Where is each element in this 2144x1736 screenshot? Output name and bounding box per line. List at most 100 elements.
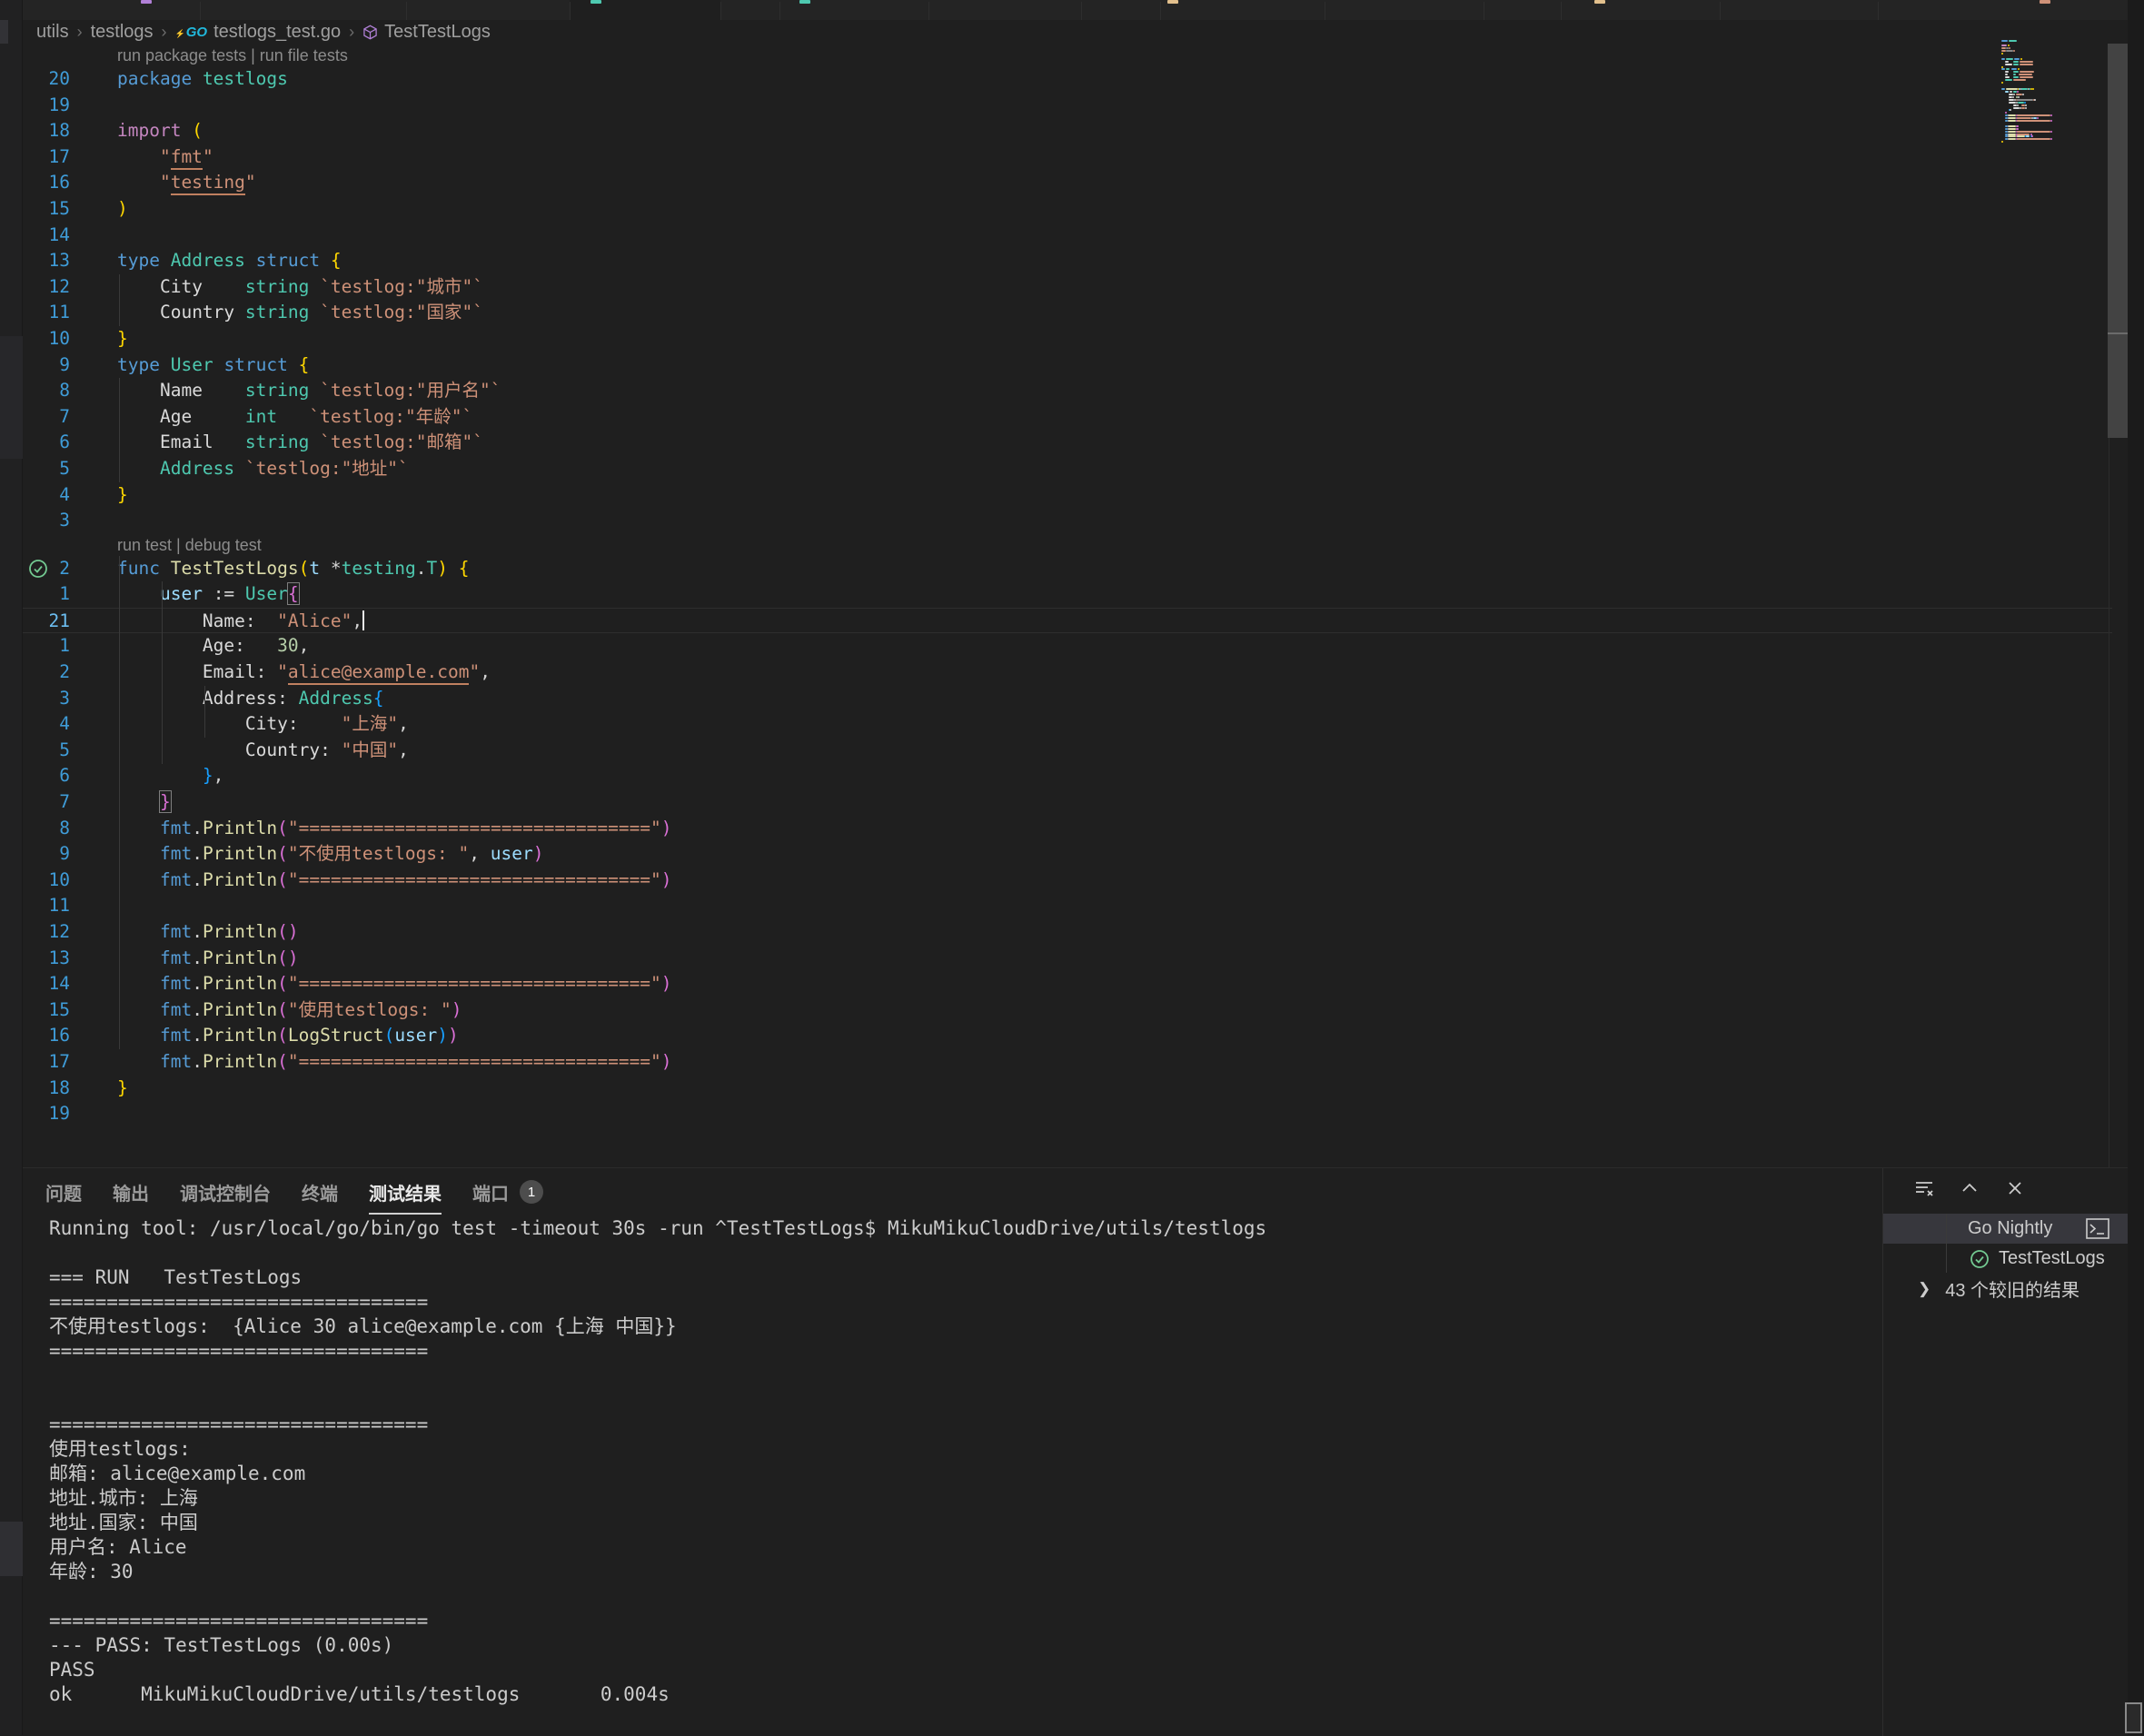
code-line[interactable]: 13 fmt.Println() — [23, 946, 2112, 972]
breadcrumb[interactable]: utils›testlogs›GOtestlogs_test.go›TestTe… — [36, 20, 491, 45]
code-line[interactable]: 21 Name: "Alice", — [23, 608, 2112, 634]
code-line[interactable]: 20package testlogs — [23, 66, 2112, 93]
breadcrumb-item-testlogs-test-go[interactable]: GOtestlogs_test.go — [175, 22, 342, 43]
code-line[interactable]: 11 Country string `testlog:"国家"` — [23, 300, 2112, 326]
code-line[interactable]: 3 Address: Address{ — [23, 686, 2112, 712]
codelens-link[interactable]: debug test — [185, 536, 262, 554]
code-line[interactable]: 19 — [23, 93, 2112, 119]
code-line[interactable]: 18import ( — [23, 118, 2112, 144]
test-pass-gutter-icon[interactable] — [28, 559, 48, 579]
code-line[interactable]: 19 — [23, 1101, 2112, 1127]
codelens-link[interactable]: run test — [117, 536, 172, 554]
code-line[interactable]: 5 Country: "中国", — [23, 738, 2112, 764]
codelens-link[interactable]: run file tests — [260, 46, 348, 64]
line-number: 8 — [23, 378, 70, 404]
code-line[interactable]: 16 fmt.Println(LogStruct(user)) — [23, 1023, 2112, 1049]
breadcrumb-separator: › — [349, 23, 354, 42]
code-line[interactable]: 7 Age int `testlog:"年龄"` — [23, 404, 2112, 431]
panel-tab-端口[interactable]: 端口1 — [472, 1179, 543, 1209]
breadcrumb-item-testlogs[interactable]: testlogs — [91, 22, 154, 43]
panel-tabs: 问题 输出 调试控制台 终端 测试结果端口1 — [45, 1176, 543, 1212]
line-number: 3 — [23, 686, 70, 712]
code-line[interactable]: 14 fmt.Println("========================… — [23, 971, 2112, 997]
tree-row-go-nightly[interactable]: Go Nightly — [1883, 1214, 2129, 1244]
code-line[interactable]: 1 Age: 30, — [23, 633, 2112, 660]
tree-row-TestTestLogs[interactable]: TestTestLogs — [1883, 1244, 2129, 1274]
editor-tab-strip[interactable] — [0, 0, 2144, 20]
line-number: 3 — [23, 508, 70, 534]
code-line[interactable]: 8 Name string `testlog:"用户名"` — [23, 378, 2112, 404]
line-number: 13 — [23, 248, 70, 274]
code-line[interactable]: 14 — [23, 223, 2112, 249]
breadcrumb-item-testtestlogs[interactable]: TestTestLogs — [362, 22, 491, 43]
code-line[interactable]: 10 fmt.Println("========================… — [23, 868, 2112, 894]
code-line[interactable]: 1 user := User{ — [23, 581, 2112, 608]
code-line[interactable]: 10} — [23, 326, 2112, 352]
code-line[interactable]: 7 } — [23, 789, 2112, 816]
code-line[interactable]: 8 fmt.Println("=========================… — [23, 816, 2112, 842]
panel-tab-终端[interactable]: 终端 — [302, 1179, 338, 1209]
terminal-line: 地址.城市: 上海 — [49, 1486, 1875, 1511]
code-line[interactable]: 2func TestTestLogs(t *testing.T) { — [23, 556, 2112, 582]
code-line[interactable]: 9 fmt.Println("不使用testlogs: ", user) — [23, 841, 2112, 868]
line-number: 15 — [23, 997, 70, 1024]
tab-icon-fragment — [2040, 0, 2050, 4]
code-line[interactable]: 4 City: "上海", — [23, 711, 2112, 738]
code-line[interactable]: 15 fmt.Println("使用testlogs: ") — [23, 997, 2112, 1024]
code-line[interactable]: 6 }, — [23, 763, 2112, 789]
panel-tab-输出[interactable]: 输出 — [113, 1179, 149, 1209]
right-edge-strip — [2128, 0, 2144, 1735]
editor-scrollbar[interactable] — [2108, 44, 2128, 1167]
vscode-window: utils›testlogs›GOtestlogs_test.go›TestTe… — [0, 0, 2144, 1735]
line-number: 1 — [23, 581, 70, 608]
code-line[interactable]: 17 "fmt" — [23, 144, 2112, 171]
code-line[interactable]: 15) — [23, 196, 2112, 223]
code-line[interactable]: 6 Email string `testlog:"邮箱"` — [23, 430, 2112, 456]
corner-scroll-widget[interactable] — [2125, 1702, 2142, 1733]
left-edge-strip — [0, 0, 23, 1735]
code-line[interactable]: 5 Address `testlog:"地址"` — [23, 456, 2112, 482]
codelens: run test | debug test — [23, 534, 2112, 556]
panel-tab-测试结果[interactable]: 测试结果 — [369, 1179, 442, 1209]
code-line[interactable]: 16 "testing" — [23, 170, 2112, 196]
run-in-terminal-icon[interactable] — [2086, 1218, 2109, 1239]
terminal-line: ================================= — [49, 1413, 1875, 1437]
code-line[interactable]: 18} — [23, 1076, 2112, 1102]
terminal-line — [49, 1388, 1875, 1413]
breadcrumb-item-utils[interactable]: utils — [36, 22, 69, 43]
code-line[interactable]: 12 City string `testlog:"城市"` — [23, 274, 2112, 301]
code-line[interactable]: 2 Email: "alice@example.com", — [23, 660, 2112, 686]
terminal-line: Running tool: /usr/local/go/bin/go test … — [49, 1216, 1875, 1241]
test-results-output[interactable]: Running tool: /usr/local/go/bin/go test … — [49, 1216, 1875, 1725]
tree-row-43-个较旧的结果[interactable]: ❯43 个较旧的结果 — [1883, 1274, 2129, 1304]
code-line[interactable]: 9type User struct { — [23, 352, 2112, 379]
terminal-line: ================================= — [49, 1339, 1875, 1364]
code-line[interactable]: 12 fmt.Println() — [23, 919, 2112, 946]
line-number: 9 — [23, 352, 70, 379]
line-number: 5 — [23, 738, 70, 764]
code-line[interactable]: 3 — [23, 508, 2112, 534]
line-number: 16 — [23, 170, 70, 196]
tab-icon-fragment — [799, 0, 810, 4]
code-pane[interactable]: run package tests | run file tests20pack… — [23, 45, 2112, 1167]
terminal-line — [49, 1584, 1875, 1609]
minimap[interactable] — [2001, 38, 2061, 147]
code-line[interactable]: 17 fmt.Println("========================… — [23, 1049, 2112, 1076]
code-line[interactable]: 11 — [23, 893, 2112, 919]
editor-area[interactable]: utils›testlogs›GOtestlogs_test.go›TestTe… — [23, 20, 2144, 1167]
line-number: 16 — [23, 1023, 70, 1049]
code-line[interactable]: 4} — [23, 482, 2112, 509]
terminal-line: ================================= — [49, 1290, 1875, 1314]
text-cursor — [362, 610, 364, 630]
code-line[interactable]: 13type Address struct { — [23, 248, 2112, 274]
scrollbar-thumb[interactable] — [2108, 44, 2128, 438]
line-number: 20 — [23, 66, 70, 93]
panel-tab-调试控制台[interactable]: 调试控制台 — [180, 1179, 271, 1209]
line-number: 1 — [23, 633, 70, 660]
bottom-panel: 问题 输出 调试控制台 终端 测试结果端口1 Running tool: /usr/lo… — [23, 1167, 2144, 1735]
codelens-link[interactable]: run package tests — [117, 46, 246, 64]
line-number: 12 — [23, 274, 70, 301]
panel-tab-问题[interactable]: 问题 — [45, 1179, 82, 1209]
breadcrumb-separator: › — [162, 23, 167, 42]
terminal-line: 不使用testlogs: {Alice 30 alice@example.com… — [49, 1314, 1875, 1339]
